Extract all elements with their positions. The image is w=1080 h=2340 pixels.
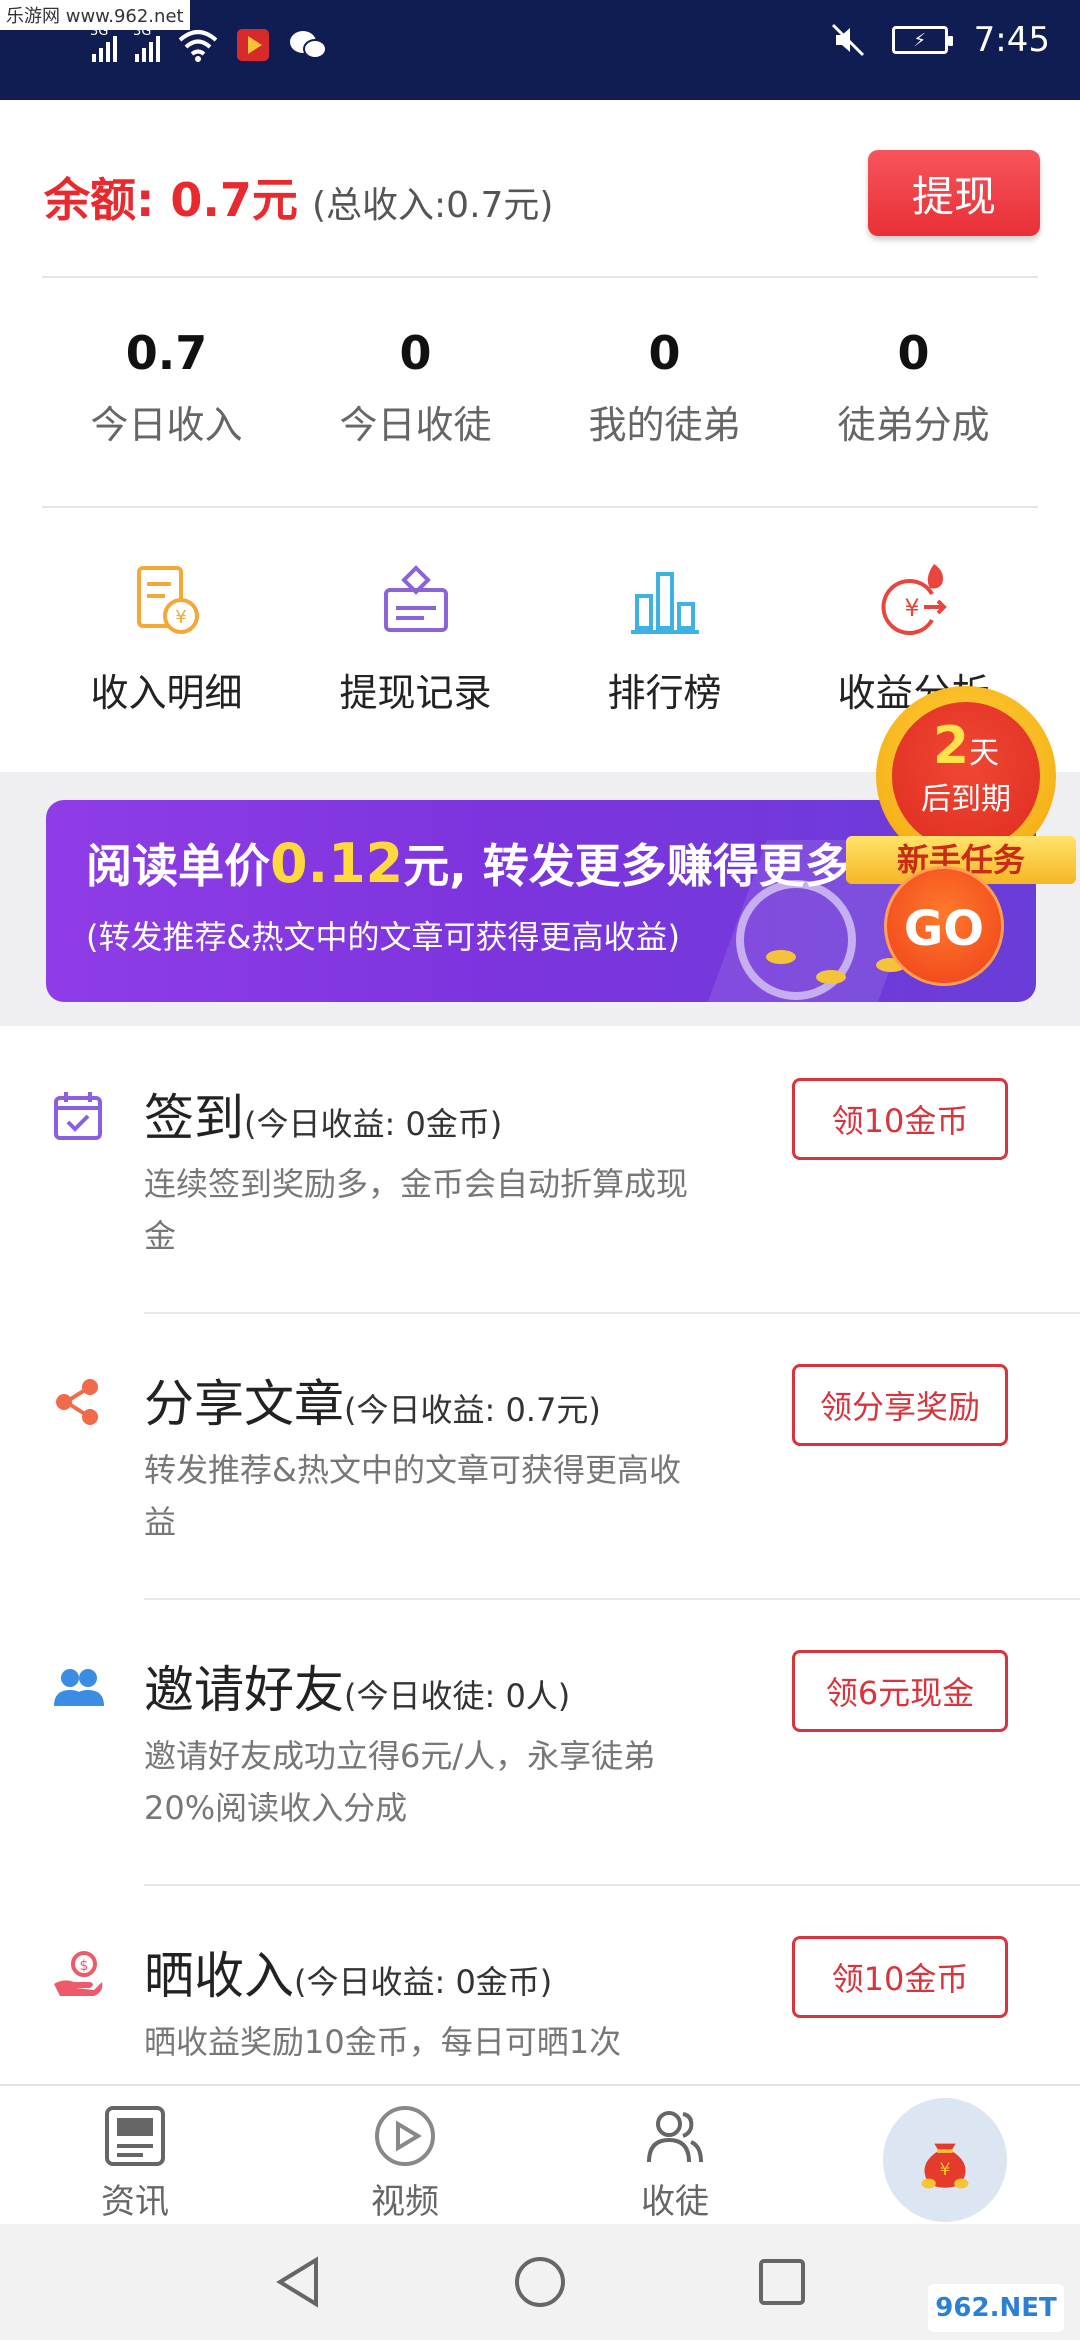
coin-illustration: [766, 950, 796, 964]
task-description: 转发推荐&热文中的文章可获得更高收益: [144, 1451, 681, 1541]
hand-coin-icon: $: [54, 1951, 103, 1996]
site-watermark: 962.NET: [928, 2284, 1064, 2332]
signal-icon: 3G: [90, 24, 117, 62]
status-bar: 乐游网 www.962.net 3G 3G ⚡ 7:45: [0, 0, 1080, 100]
task-description: 邀请好友成功立得6元/人，永享徒弟20%阅读收入分成: [144, 1737, 656, 1827]
money-bag-icon: ¥: [921, 2143, 969, 2189]
stat-value: 0: [399, 326, 432, 380]
task-description: 晒收益奖励10金币，每日可晒1次: [144, 2023, 622, 2061]
divider: [42, 506, 1038, 508]
quick-link-label: 收入明细: [90, 671, 243, 715]
badge-countdown: 2天 后到期: [892, 702, 1040, 850]
task-share-article: 分享文章(今日收益: 0.7元) 转发推荐&热文中的文章可获得更高收益 领分享奖…: [0, 1364, 1080, 1564]
news-icon: [105, 2106, 165, 2166]
claim-share-button[interactable]: 领分享奖励: [792, 1364, 1008, 1446]
back-icon[interactable]: [270, 2254, 326, 2310]
stat-label: 今日收入: [90, 403, 243, 447]
stat-my-apprentices[interactable]: 0 我的徒弟: [540, 320, 789, 460]
withdraw-record-icon: [383, 565, 448, 632]
nav-label: 资讯: [101, 2182, 169, 2222]
quick-link-income-detail[interactable]: ¥ 收入明细: [42, 560, 291, 720]
nav-apprentice[interactable]: 收徒: [540, 2086, 810, 2224]
calendar-check-icon: [54, 1092, 102, 1140]
svg-text:¥: ¥: [175, 607, 186, 628]
claim-invite-button[interactable]: 领6元现金: [792, 1650, 1008, 1732]
task-title: 签到(今日收益: 0金币): [144, 1089, 503, 1147]
earnings-analysis-icon: ¥: [881, 564, 947, 635]
balance-label: 余额: 0.7元: [44, 173, 298, 227]
nav-money-bag[interactable]: ¥: [810, 2086, 1080, 2224]
quick-link-label: 提现记录: [339, 671, 492, 715]
invite-friends-icon: [54, 1669, 104, 1706]
nav-news[interactable]: 资讯: [0, 2086, 270, 2224]
stat-label: 徒弟分成: [837, 403, 990, 447]
svg-text:¥: ¥: [940, 2160, 951, 2180]
system-nav-bar: [0, 2224, 1080, 2340]
quick-link-ranking[interactable]: 排行榜: [540, 560, 789, 720]
wifi-icon: [178, 30, 218, 62]
stat-today-apprentices[interactable]: 0 今日收徒: [291, 320, 540, 460]
nav-video[interactable]: 视频: [270, 2086, 540, 2224]
balance-row: 余额: 0.7元 (总收入:0.7元) 提现: [44, 150, 1040, 240]
coin-illustration: [816, 970, 846, 984]
divider: [144, 1884, 1080, 1886]
stat-value: 0: [648, 326, 681, 380]
task-description: 连续签到奖励多，金币会自动折算成现金: [144, 1165, 689, 1255]
recents-icon[interactable]: [754, 2254, 810, 2310]
task-title: 晒收入(今日收益: 0金币): [144, 1947, 553, 2005]
divider: [42, 276, 1038, 278]
clock: 7:45: [973, 20, 1050, 60]
quick-link-withdraw-record[interactable]: 提现记录: [291, 560, 540, 720]
apprentice-icon: [647, 2111, 703, 2163]
ranking-icon: [630, 572, 699, 634]
svg-text:¥: ¥: [904, 594, 919, 622]
money-bag-button: ¥: [883, 2098, 1007, 2222]
withdraw-button[interactable]: 提现: [868, 150, 1040, 236]
task-sign-in: 签到(今日收益: 0金币) 连续签到奖励多，金币会自动折算成现金 领10金币: [0, 1078, 1080, 1278]
bottom-nav: 资讯 视频 收徒 ¥: [0, 2084, 1080, 2224]
go-button[interactable]: GO: [884, 866, 1004, 986]
wechat-icon: [290, 31, 327, 59]
task-title: 邀请好友(今日收徒: 0人): [144, 1661, 571, 1719]
stat-label: 今日收徒: [339, 403, 492, 447]
stat-value: 0: [897, 326, 930, 380]
stat-value: 0.7: [125, 326, 208, 380]
nav-label: 收徒: [641, 2182, 709, 2222]
task-title: 分享文章(今日收益: 0.7元): [144, 1375, 601, 1433]
video-icon: [375, 2106, 435, 2166]
mute-icon: [831, 23, 864, 57]
divider: [144, 1312, 1080, 1314]
share-icon: [56, 1379, 98, 1425]
claim-show-income-button[interactable]: 领10金币: [792, 1936, 1008, 2018]
income-detail-icon: ¥: [136, 566, 199, 634]
svg-text:$: $: [80, 1958, 89, 1974]
banner-headline: 阅读单价0.12元, 转发更多赚得更多: [86, 832, 851, 895]
stat-apprentice-share[interactable]: 0 徒弟分成: [789, 320, 1038, 460]
divider: [144, 1598, 1080, 1600]
stat-today-income[interactable]: 0.7 今日收入: [42, 320, 291, 460]
task-show-income: $ 晒收入(今日收益: 0金币) 晒收益奖励10金币，每日可晒1次 领10金币: [0, 1936, 1080, 2076]
task-invite-friends: 邀请好友(今日收徒: 0人) 邀请好友成功立得6元/人，永享徒弟20%阅读收入分…: [0, 1650, 1080, 1850]
quick-link-label: 排行榜: [607, 671, 722, 715]
total-income-label: (总收入:0.7元): [312, 185, 554, 226]
home-icon[interactable]: [512, 2254, 568, 2310]
app-notification-icon: [237, 29, 269, 61]
claim-signin-button[interactable]: 领10金币: [792, 1078, 1008, 1160]
stat-label: 我的徒弟: [588, 403, 741, 447]
stats-row: 0.7 今日收入 0 今日收徒 0 我的徒弟 0 徒弟分成: [42, 320, 1038, 460]
banner-subline: (转发推荐&热文中的文章可获得更高收益): [86, 918, 680, 956]
battery-icon: ⚡: [891, 26, 953, 54]
nav-label: 视频: [371, 2182, 439, 2222]
signal-icon: 3G: [133, 24, 160, 62]
